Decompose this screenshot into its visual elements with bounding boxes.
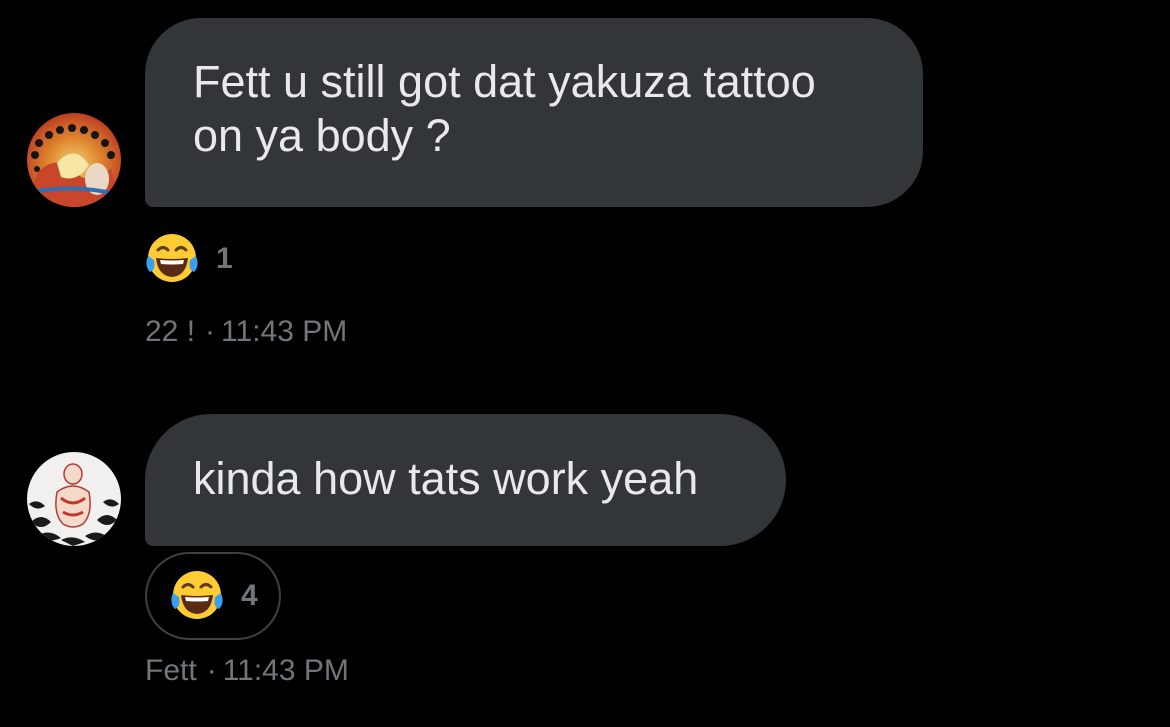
illustrated-figure-avatar-icon bbox=[27, 452, 121, 546]
message-bubble[interactable]: Fett u still got dat yakuza tattoo on ya… bbox=[145, 18, 923, 207]
sender-avatar[interactable] bbox=[27, 452, 121, 546]
psychedelic-art-avatar-icon bbox=[27, 113, 121, 207]
message-text: Fett u still got dat yakuza tattoo on ya… bbox=[193, 56, 816, 161]
reaction-chip[interactable]: 1 bbox=[142, 230, 233, 288]
meta-separator: · bbox=[206, 654, 217, 687]
message-meta: 22 ! · 11:43 PM bbox=[145, 315, 347, 349]
sender-name: Fett bbox=[145, 654, 197, 687]
reaction-chip-selected[interactable]: 4 bbox=[145, 552, 281, 640]
sender-avatar[interactable] bbox=[27, 113, 121, 207]
laughing-emoji-icon bbox=[146, 234, 198, 282]
message-meta: Fett · 11:43 PM bbox=[145, 654, 349, 688]
timestamp: 11:43 PM bbox=[221, 315, 348, 348]
reaction-count: 4 bbox=[241, 579, 258, 612]
message-text: kinda how tats work yeah bbox=[193, 453, 699, 504]
timestamp: 11:43 PM bbox=[222, 654, 349, 687]
message-bubble[interactable]: kinda how tats work yeah bbox=[145, 414, 786, 546]
laughing-emoji-icon bbox=[171, 571, 223, 619]
meta-separator: · bbox=[205, 315, 216, 348]
sender-name: 22 ! bbox=[145, 315, 196, 348]
reaction-count: 1 bbox=[216, 242, 233, 275]
